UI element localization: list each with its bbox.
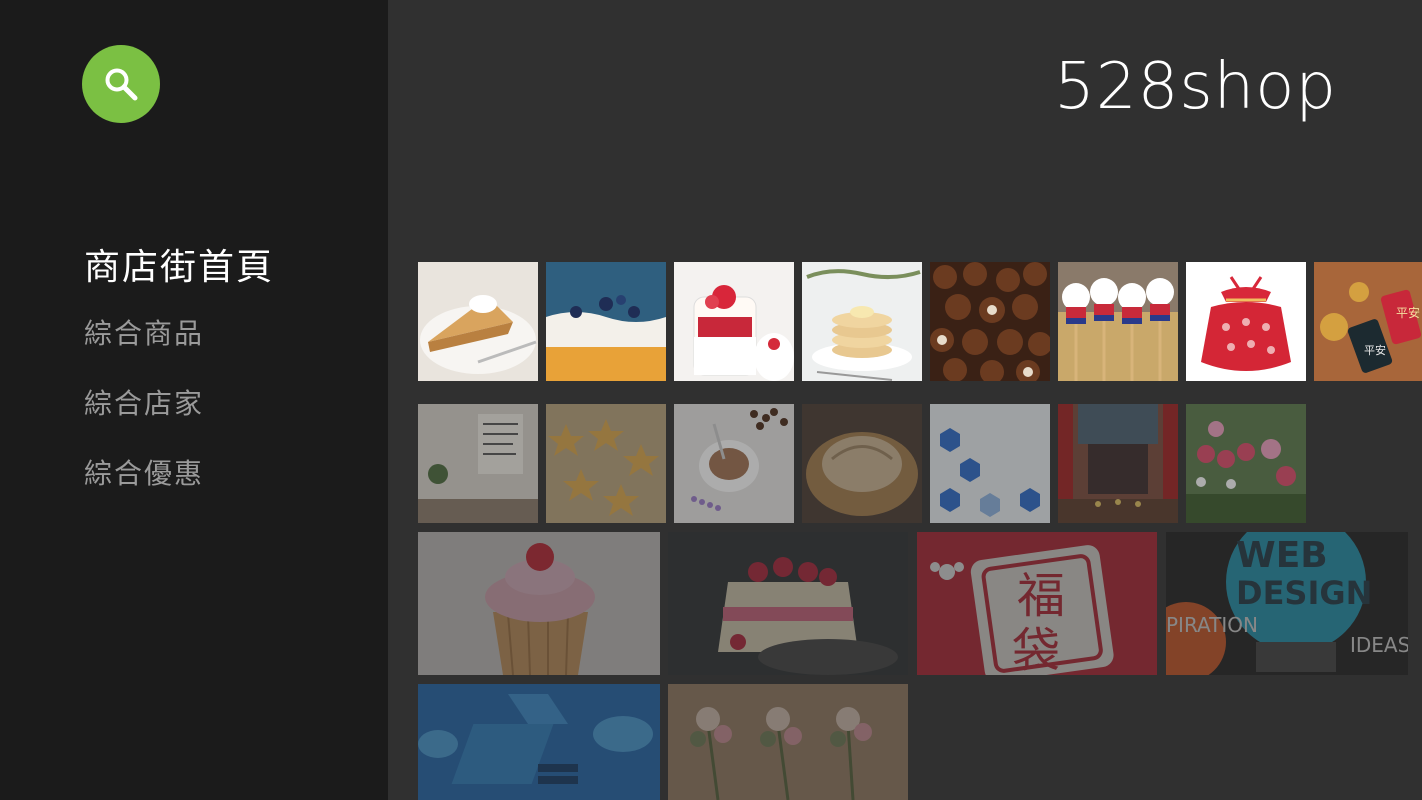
product-tile-cake-slice[interactable]: [418, 262, 538, 381]
search-button[interactable]: [82, 45, 160, 123]
web-design-line-1: WEB: [1236, 535, 1328, 576]
deal-tile-cupcake[interactable]: [418, 532, 660, 675]
store-tile-star-cookies[interactable]: [546, 404, 666, 523]
nav-item-products[interactable]: 綜合商品: [84, 316, 274, 352]
store-tile-flower-shop[interactable]: [1186, 404, 1306, 523]
deal-tile-bouquets[interactable]: [668, 684, 908, 800]
nav-item-deals[interactable]: 綜合優惠: [84, 456, 274, 492]
web-design-line-2: DESIGN: [1236, 574, 1372, 612]
product-tile-pancakes[interactable]: [802, 262, 922, 381]
amulet-text-2: 平安: [1364, 343, 1386, 357]
store-tile-coffee-cup[interactable]: [674, 404, 794, 523]
deal-tile-web-design[interactable]: WEB DESIGN PIRATION IDEAS: [1166, 532, 1408, 675]
sidebar: 商店街首頁 綜合商品 綜合店家 綜合優惠: [0, 0, 388, 800]
web-design-left: PIRATION: [1166, 613, 1258, 637]
deal-tile-raspberry-cake[interactable]: [668, 532, 908, 675]
product-tile-lollipop-dolls[interactable]: [1058, 262, 1178, 381]
fukubukuro-char-1: 福: [1017, 568, 1065, 624]
fukubukuro-char-2: 袋: [1012, 623, 1060, 675]
product-tile-blueberry-cake[interactable]: [546, 262, 666, 381]
nav-item-home[interactable]: 商店街首頁: [84, 246, 274, 290]
product-tile-amulet-charms[interactable]: 平安 平安: [1314, 262, 1422, 381]
nav-item-stores[interactable]: 綜合店家: [84, 386, 274, 422]
store-tile-bread-basket[interactable]: [802, 404, 922, 523]
store-tile-cafe-interior[interactable]: [418, 404, 538, 523]
brand-title: 528shop: [1054, 50, 1337, 124]
web-design-right: IDEAS: [1350, 633, 1408, 657]
amulet-text-1: 平安: [1396, 305, 1420, 320]
product-tile-red-gift-bag[interactable]: [1186, 262, 1306, 381]
store-tile-temple[interactable]: [1058, 404, 1178, 523]
sidebar-nav: 商店街首頁 綜合商品 綜合店家 綜合優惠: [84, 246, 274, 526]
product-tile-chocolates[interactable]: [930, 262, 1050, 381]
search-icon: [105, 68, 138, 101]
deal-tile-cloud-network[interactable]: [418, 684, 660, 800]
product-tile-strawberry-pudding[interactable]: [674, 262, 794, 381]
deal-tile-fukubukuro-sign[interactable]: 福袋: [917, 532, 1157, 675]
store-tile-blue-hexagons[interactable]: [930, 404, 1050, 523]
